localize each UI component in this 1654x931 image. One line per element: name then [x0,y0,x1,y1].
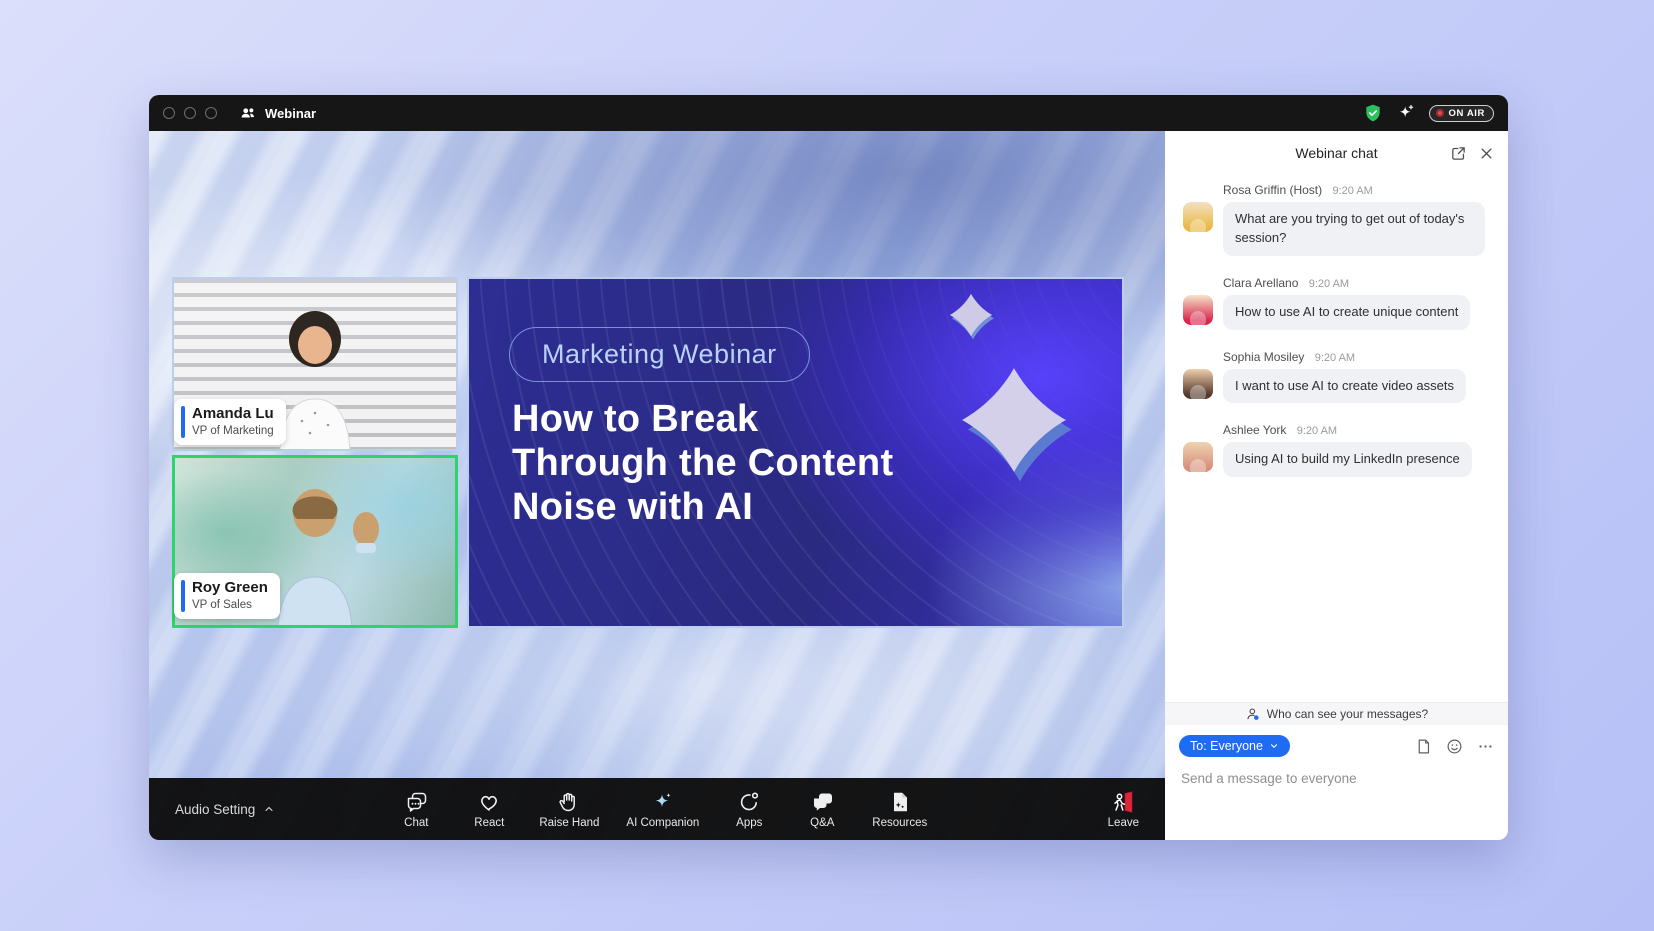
on-air-badge: ON AIR [1429,105,1495,122]
qa-button[interactable]: Q&A [799,790,845,829]
apps-icon [737,790,761,814]
chat-header-title: Webinar chat [1295,145,1377,161]
chat-message: Ashlee York 9:20 AM Using AI to build my… [1183,423,1490,477]
to-everyone-selector[interactable]: To: Everyone [1179,735,1290,757]
security-shield-icon[interactable] [1363,103,1383,123]
nametag-roy: Roy Green VP of Sales [174,573,280,619]
avatar [1183,369,1213,399]
message-bubble: I want to use AI to create video assets [1223,369,1466,404]
qa-icon [810,790,835,814]
webinar-chat-panel: Webinar chat Rosa Griffin (Host) 9:20 A [1165,131,1508,840]
compose-area: To: Everyone [1165,725,1508,840]
slide-title: How to Break Through the Content Noise w… [512,397,893,529]
audio-setting-label: Audio Setting [175,802,255,817]
app-title-group: Webinar [239,104,316,122]
window-zoom-button[interactable] [205,107,217,119]
chat-footer: Who can see your messages? To: Everyone [1165,702,1508,840]
to-everyone-label: To: Everyone [1190,739,1263,753]
chat-icon [404,790,429,814]
chat-message: Sophia Mosiley 9:20 AM I want to use AI … [1183,350,1490,404]
message-bubble: Using AI to build my LinkedIn presence [1223,442,1472,477]
resources-icon [888,790,912,814]
message-time: 9:20 AM [1297,425,1337,437]
attach-file-icon[interactable] [1415,738,1432,755]
window-minimize-button[interactable] [184,107,196,119]
speaker-name: Amanda Lu [192,405,274,424]
message-time: 9:20 AM [1332,185,1372,197]
raise-hand-label: Raise Hand [539,817,599,829]
speaker-name: Roy Green [192,579,268,598]
ai-companion-titlebar-icon[interactable] [1396,103,1416,123]
leave-button[interactable]: Leave [1108,790,1139,829]
message-sender: Rosa Griffin (Host) [1223,183,1322,197]
titlebar: Webinar ON AIR [149,95,1508,131]
webinar-window: Webinar ON AIR [149,95,1508,840]
avatar [1183,442,1213,472]
speaker-role: VP of Sales [192,598,268,613]
on-air-dot [1436,109,1444,117]
window-close-button[interactable] [163,107,175,119]
speaker-role: VP of Marketing [192,424,274,439]
message-bubble: What are you trying to get out of today'… [1223,202,1485,256]
message-sender: Sophia Mosiley [1223,350,1304,364]
ai-companion-icon [650,790,676,814]
resources-button[interactable]: Resources [872,790,927,829]
message-bubble: How to use AI to create unique content [1223,295,1470,330]
message-input[interactable] [1181,771,1496,786]
leave-label: Leave [1108,817,1139,829]
raise-hand-icon [557,790,581,814]
slide-star-shape-small [947,291,995,339]
privacy-note[interactable]: Who can see your messages? [1165,702,1508,725]
slide-title-line: How to Break [512,397,893,441]
participants-icon [239,104,257,122]
chat-button[interactable]: Chat [393,790,439,829]
slide-title-line: Noise with AI [512,485,893,529]
apps-label: Apps [736,817,762,829]
privacy-note-label: Who can see your messages? [1267,707,1428,721]
message-sender: Ashlee York [1223,423,1286,437]
message-sender: Clara Arellano [1223,276,1298,290]
popout-icon[interactable] [1450,145,1467,162]
video-stage: Amanda Lu VP of Marketing [149,131,1165,840]
nametag-amanda: Amanda Lu VP of Marketing [174,399,286,445]
meeting-toolbar: Audio Setting Chat [149,778,1165,840]
on-air-label: ON AIR [1449,108,1486,119]
audio-setting-button[interactable]: Audio Setting [175,802,275,817]
app-title: Webinar [265,106,316,121]
ai-companion-button[interactable]: AI Companion [626,790,699,829]
qa-label: Q&A [810,817,834,829]
leave-icon [1110,790,1136,814]
react-heart-icon [477,790,501,814]
avatar [1183,202,1213,232]
ai-companion-label: AI Companion [626,817,699,829]
video-tile-roy[interactable]: Roy Green VP of Sales [172,455,458,628]
person-visibility-icon [1245,706,1261,722]
chat-message: Rosa Griffin (Host) 9:20 AM What are you… [1183,183,1490,256]
raise-hand-button[interactable]: Raise Hand [539,790,599,829]
message-time: 9:20 AM [1309,278,1349,290]
more-options-icon[interactable] [1477,738,1494,755]
chat-message-list[interactable]: Rosa Griffin (Host) 9:20 AM What are you… [1165,175,1508,702]
slide-badge: Marketing Webinar [509,327,810,382]
video-tile-amanda[interactable]: Amanda Lu VP of Marketing [172,277,458,451]
chat-label: Chat [404,817,428,829]
react-label: React [474,817,504,829]
chevron-up-icon [263,803,275,815]
chevron-down-icon [1269,741,1279,751]
chat-message: Clara Arellano 9:20 AM How to use AI to … [1183,276,1490,330]
window-controls [163,107,217,119]
emoji-icon[interactable] [1446,738,1463,755]
slide-star-shape-big [955,353,1073,487]
close-icon[interactable] [1479,146,1494,161]
chat-header: Webinar chat [1165,131,1508,175]
message-time: 9:20 AM [1315,352,1355,364]
react-button[interactable]: React [466,790,512,829]
apps-button[interactable]: Apps [726,790,772,829]
shared-slide: Marketing Webinar How to Break Through t… [467,277,1124,628]
avatar [1183,295,1213,325]
resources-label: Resources [872,817,927,829]
slide-title-line: Through the Content [512,441,893,485]
